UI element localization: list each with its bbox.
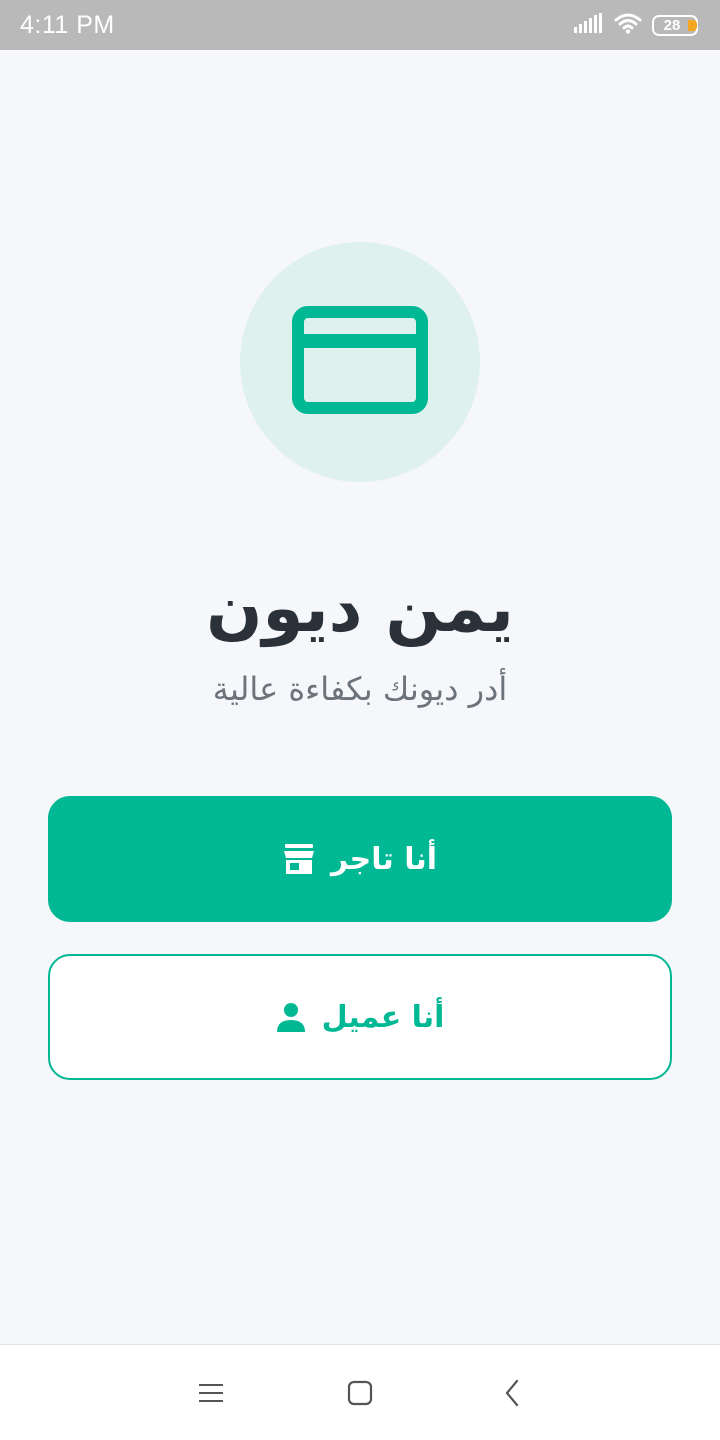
status-time: 4:11 PM bbox=[20, 10, 115, 39]
app-logo bbox=[240, 242, 480, 482]
merchant-button-label: أنا تاجر bbox=[330, 841, 438, 877]
navigation-bar bbox=[0, 1344, 720, 1440]
credit-card-icon bbox=[292, 306, 428, 418]
wifi-icon bbox=[614, 12, 642, 38]
home-icon[interactable] bbox=[340, 1375, 380, 1411]
person-icon bbox=[276, 1002, 306, 1032]
merchant-button[interactable]: أنا تاجر bbox=[48, 796, 672, 922]
status-icons: 28 bbox=[574, 12, 698, 38]
battery-level: 28 bbox=[663, 16, 681, 34]
customer-button-label: أنا عميل bbox=[321, 999, 445, 1035]
welcome-screen: يمن ديون أدر ديونك بكفاءة عالية أنا تاجر… bbox=[0, 50, 720, 1344]
app-subtitle: أدر ديونك بكفاءة عالية bbox=[212, 670, 508, 708]
battery-icon: 28 bbox=[652, 14, 698, 36]
status-bar: 4:11 PM 28 bbox=[0, 0, 720, 50]
store-icon bbox=[283, 844, 315, 874]
menu-icon[interactable] bbox=[191, 1375, 231, 1411]
back-icon[interactable] bbox=[492, 1375, 532, 1411]
signal-icon bbox=[574, 13, 604, 37]
customer-button[interactable]: أنا عميل bbox=[48, 954, 672, 1080]
app-title: يمن ديون bbox=[206, 570, 514, 647]
